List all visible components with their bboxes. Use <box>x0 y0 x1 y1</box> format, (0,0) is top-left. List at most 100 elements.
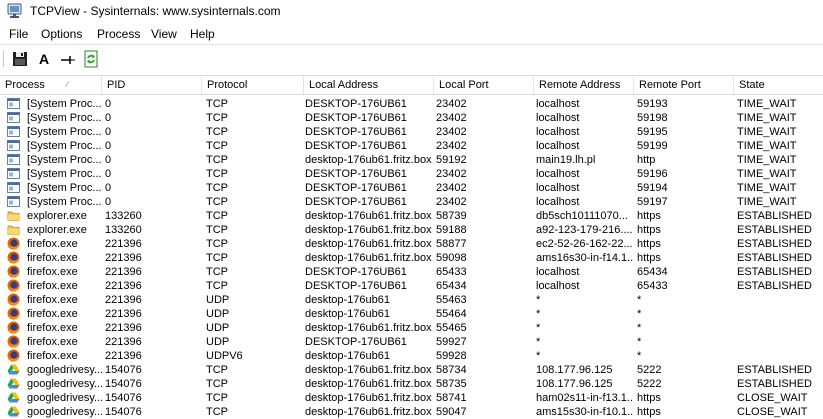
column-header-protocol[interactable]: Protocol <box>202 76 304 94</box>
column-header-pid[interactable]: PID <box>102 76 202 94</box>
column-header-local-port[interactable]: Local Port <box>434 76 534 94</box>
cell-local-address: DESKTOP-176UB61 <box>305 126 407 138</box>
cell-process: firefox.exe <box>27 252 78 264</box>
cell-protocol: TCP <box>206 280 228 292</box>
table-row[interactable]: googledrivesy... 154076 TCP desktop-176ub61… <box>0 405 823 419</box>
table-row[interactable]: firefox.exe 221396 TCP DESKTOP-176UB61 65434… <box>0 279 823 293</box>
cell-state: TIME_WAIT <box>737 154 797 166</box>
cell-state: ESTABLISHED <box>737 364 812 376</box>
cell-remote-port: 65433 <box>637 280 668 292</box>
cell-state: TIME_WAIT <box>737 126 797 138</box>
table-row[interactable]: googledrivesy... 154076 TCP desktop-176ub61… <box>0 391 823 405</box>
cell-process: [System Proc... <box>27 196 102 208</box>
cell-pid: 154076 <box>105 378 142 390</box>
cell-state: TIME_WAIT <box>737 182 797 194</box>
column-header-remote-address[interactable]: Remote Address <box>534 76 634 94</box>
resolve-addresses-button[interactable] <box>59 50 77 68</box>
cell-local-address: desktop-176ub61.fritz.box <box>305 154 432 166</box>
system-window-icon <box>7 153 20 166</box>
cell-local-address: DESKTOP-176UB61 <box>305 112 407 124</box>
table-row[interactable]: [System Proc... 0 TCP desktop-176ub61.fritz… <box>0 153 823 167</box>
cell-process: firefox.exe <box>27 280 78 292</box>
column-header-remote-port[interactable]: Remote Port <box>634 76 734 94</box>
cell-state: ESTABLISHED <box>737 378 812 390</box>
cell-pid: 133260 <box>105 224 142 236</box>
menu-file[interactable]: File <box>8 27 29 42</box>
firefox-icon <box>7 349 20 362</box>
firefox-icon <box>7 279 20 292</box>
cell-remote-port: http <box>637 154 656 166</box>
cell-protocol: TCP <box>206 392 228 404</box>
cell-protocol: TCP <box>206 364 228 376</box>
table-row[interactable]: [System Proc... 0 TCP DESKTOP-176UB61 23402 l… <box>0 111 823 125</box>
table-row[interactable]: firefox.exe 221396 UDPV6 desktop-176ub61 599… <box>0 349 823 363</box>
table-row[interactable]: [System Proc... 0 TCP DESKTOP-176UB61 23402 l… <box>0 195 823 209</box>
menu-help[interactable]: Help <box>189 27 216 42</box>
system-window-icon <box>7 167 20 180</box>
table-row[interactable]: [System Proc... 0 TCP DESKTOP-176UB61 23402 l… <box>0 97 823 111</box>
menu-view[interactable]: View <box>150 27 178 42</box>
cell-local-port: 59928 <box>436 350 467 362</box>
cell-local-port: 55465 <box>436 322 467 334</box>
table-row[interactable]: googledrivesy... 154076 TCP desktop-176ub61… <box>0 377 823 391</box>
cell-local-address: desktop-176ub61.fritz.box <box>305 238 432 250</box>
table-row[interactable]: [System Proc... 0 TCP DESKTOP-176UB61 23402 l… <box>0 125 823 139</box>
firefox-icon <box>7 237 20 250</box>
table-row[interactable]: firefox.exe 221396 UDP desktop-176ub61 55464… <box>0 307 823 321</box>
cell-state: CLOSE_WAIT <box>737 406 808 418</box>
table-row[interactable]: [System Proc... 0 TCP DESKTOP-176UB61 23402 l… <box>0 181 823 195</box>
column-header-process[interactable]: Process ∕ <box>0 76 102 94</box>
save-button[interactable] <box>11 50 29 68</box>
firefox-icon <box>7 265 20 278</box>
table-row[interactable]: explorer.exe 133260 TCP desktop-176ub61.fri… <box>0 223 823 237</box>
table-row[interactable]: firefox.exe 221396 TCP DESKTOP-176UB61 65433… <box>0 265 823 279</box>
table-row[interactable]: [System Proc... 0 TCP DESKTOP-176UB61 23402 l… <box>0 167 823 181</box>
cell-protocol: UDP <box>206 308 230 320</box>
cell-remote-address: * <box>536 308 541 320</box>
column-header-state[interactable]: State <box>734 76 823 94</box>
cell-process: [System Proc... <box>27 112 102 124</box>
green-refresh-icon <box>84 50 98 68</box>
cell-state <box>737 307 823 321</box>
toolbar: A <box>0 44 823 74</box>
cell-state: ESTABLISHED <box>737 252 812 264</box>
table-row[interactable]: explorer.exe 133260 TCP desktop-176ub61.fri… <box>0 209 823 223</box>
cell-pid: 0 <box>105 140 112 152</box>
cell-remote-port: 59195 <box>637 126 668 138</box>
font-button[interactable]: A <box>35 50 53 68</box>
table-row[interactable]: [System Proc... 0 TCP DESKTOP-176UB61 23402 l… <box>0 139 823 153</box>
column-header-remote-port-label: Remote Port <box>639 79 701 91</box>
column-header-state-label: State <box>739 79 765 91</box>
cell-protocol: TCP <box>206 210 228 222</box>
cell-protocol: UDP <box>206 294 230 306</box>
cell-remote-address: a92-123-179-216.... <box>536 224 633 236</box>
folder-icon <box>7 223 20 236</box>
cell-remote-port: https <box>637 392 661 404</box>
toolbar-grip <box>3 51 4 67</box>
table-row[interactable]: firefox.exe 221396 TCP desktop-176ub61.frit… <box>0 251 823 265</box>
cell-protocol: TCP <box>206 238 228 250</box>
cell-remote-address: 108.177.96.125 <box>536 378 613 390</box>
cell-local-address: desktop-176ub61.fritz.box <box>305 406 432 418</box>
cell-local-port: 23402 <box>436 196 467 208</box>
menu-process[interactable]: Process <box>96 27 141 42</box>
table-row[interactable]: firefox.exe 221396 UDP desktop-176ub61.frit… <box>0 321 823 335</box>
cell-local-address: desktop-176ub61.fritz.box <box>305 322 432 334</box>
table-row[interactable]: firefox.exe 221396 UDP DESKTOP-176UB61 59927… <box>0 335 823 349</box>
menu-options[interactable]: Options <box>40 27 83 42</box>
cell-local-port: 23402 <box>436 182 467 194</box>
cell-remote-address: localhost <box>536 280 580 292</box>
table-row[interactable]: googledrivesy... 154076 TCP desktop-176ub61… <box>0 363 823 377</box>
table-row[interactable]: firefox.exe 221396 UDP desktop-176ub61 55463… <box>0 293 823 307</box>
cell-local-port: 58741 <box>436 392 467 404</box>
cell-state: CLOSE_WAIT <box>737 392 808 404</box>
table-row[interactable]: firefox.exe 221396 TCP desktop-176ub61.frit… <box>0 237 823 251</box>
cell-local-port: 58735 <box>436 378 467 390</box>
cell-process: [System Proc... <box>27 140 102 152</box>
menu-bar: File Options Process View Help <box>0 25 823 44</box>
cell-remote-address: * <box>536 350 541 362</box>
cell-process: firefox.exe <box>27 336 78 348</box>
cell-protocol: TCP <box>206 378 228 390</box>
refresh-button[interactable] <box>82 50 100 68</box>
column-header-local-address[interactable]: Local Address <box>304 76 434 94</box>
